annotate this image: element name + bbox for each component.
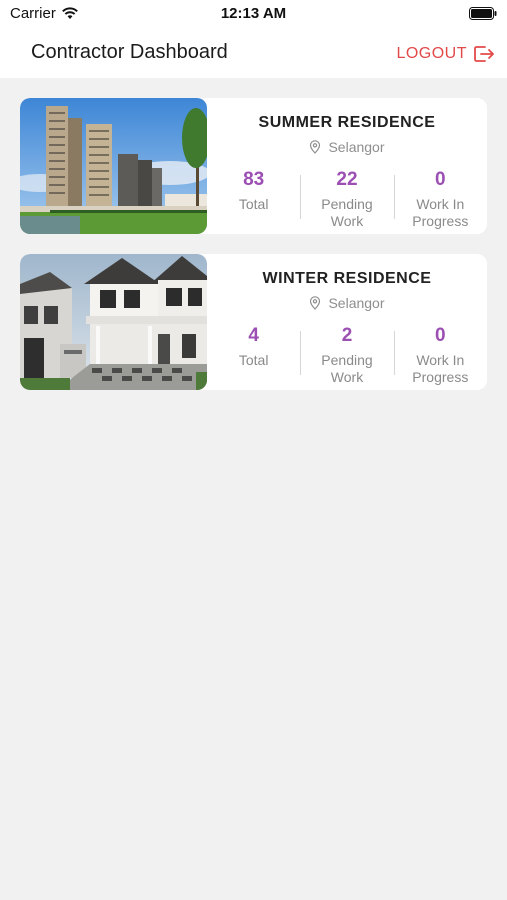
property-card-winter-residence[interactable]: WINTER RESIDENCE Selangor 4 Total 2 Pend… [20, 254, 487, 390]
property-name: SUMMER RESIDENCE [258, 114, 436, 131]
status-bar: Carrier 12:13 AM [0, 0, 507, 30]
logout-button[interactable]: LOGOUT [396, 42, 495, 66]
property-location: Selangor [309, 295, 385, 311]
stat-work-in-progress: 0 Work In Progress [393, 325, 487, 386]
stat-label: Total [238, 196, 269, 212]
stat-value: 0 [435, 169, 446, 190]
property-name: WINTER RESIDENCE [262, 270, 432, 287]
stat-label: Pending Work [321, 352, 373, 385]
stat-total: 4 Total [207, 325, 300, 386]
stats-row: 4 Total 2 Pending Work 0 Work In Progres… [207, 325, 487, 386]
stat-value: 83 [243, 169, 265, 190]
stat-label: Pending Work [321, 196, 373, 229]
clock-time: 12:13 AM [220, 5, 287, 22]
stat-label: Work In Progress [412, 352, 469, 385]
location-pin-icon [310, 296, 321, 310]
stat-value: 4 [248, 325, 259, 346]
stat-total: 83 Total [207, 169, 300, 230]
location-pin-icon [310, 140, 321, 154]
property-location: Selangor [309, 139, 385, 155]
stats-row: 83 Total 22 Pending Work 0 Work In Progr… [207, 169, 487, 230]
location-label: Selangor [328, 295, 385, 311]
property-card-summer-residence[interactable]: SUMMER RESIDENCE Selangor 83 Total 22 Pe… [20, 98, 487, 234]
stat-value: 0 [435, 325, 446, 346]
stat-label: Total [238, 352, 269, 368]
stat-pending-work: 22 Pending Work [300, 169, 393, 230]
property-photo [20, 254, 207, 390]
stat-label: Work In Progress [412, 196, 469, 229]
property-info: SUMMER RESIDENCE Selangor 83 Total 22 Pe… [207, 98, 487, 234]
stat-value: 2 [341, 325, 353, 346]
property-info: WINTER RESIDENCE Selangor 4 Total 2 Pend… [207, 254, 487, 390]
logout-icon [474, 46, 494, 62]
app-header: Contractor Dashboard LOGOUT [0, 30, 507, 78]
location-label: Selangor [328, 139, 385, 155]
property-photo [20, 98, 207, 234]
stat-value: 22 [336, 169, 358, 190]
page-title: Contractor Dashboard [31, 41, 228, 63]
battery-icon [469, 7, 497, 20]
stat-pending-work: 2 Pending Work [300, 325, 393, 386]
logout-label: LOGOUT [396, 45, 467, 62]
stat-work-in-progress: 0 Work In Progress [393, 169, 487, 230]
